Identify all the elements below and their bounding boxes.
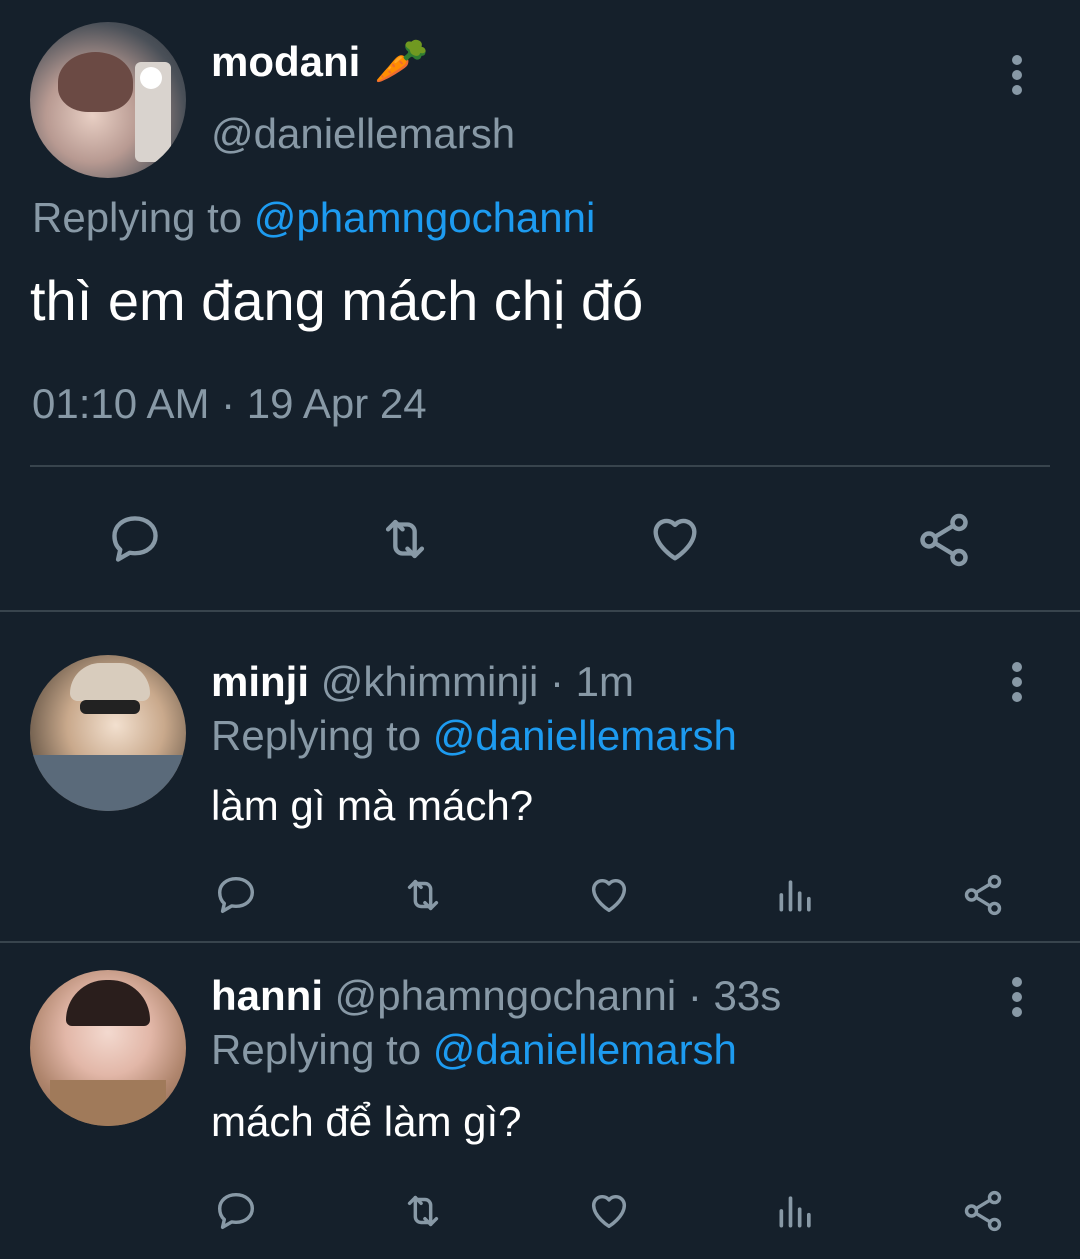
replying-to-link[interactable]: @daniellemarsh bbox=[433, 712, 737, 759]
share-icon[interactable] bbox=[960, 1188, 1006, 1234]
more-options-icon[interactable] bbox=[1010, 662, 1024, 707]
reply-time[interactable]: · 1m bbox=[550, 658, 634, 705]
reply-header: minji @khimminji · 1m bbox=[211, 658, 634, 706]
avatar-hanni[interactable] bbox=[30, 970, 186, 1126]
reply-replying-to-line: Replying to @daniellemarsh bbox=[211, 712, 737, 760]
share-icon[interactable] bbox=[960, 872, 1006, 918]
analytics-icon[interactable] bbox=[774, 1188, 818, 1234]
retweet-icon[interactable] bbox=[398, 872, 448, 918]
reply-display-name[interactable]: minji bbox=[211, 658, 309, 705]
replying-prefix: Replying to bbox=[211, 1026, 422, 1073]
display-name[interactable]: modani bbox=[211, 38, 360, 86]
replying-prefix: Replying to bbox=[32, 194, 243, 241]
replying-to-line: Replying to @phamngochanni bbox=[32, 194, 595, 242]
more-options-icon[interactable] bbox=[1010, 977, 1024, 1022]
reply-text: làm gì mà mách? bbox=[211, 782, 534, 829]
heart-icon[interactable] bbox=[645, 510, 705, 568]
comment-icon[interactable] bbox=[213, 872, 259, 918]
reply-replying-to-line: Replying to @daniellemarsh bbox=[211, 1026, 737, 1074]
avatar-modani[interactable] bbox=[30, 22, 186, 178]
analytics-icon[interactable] bbox=[774, 872, 818, 918]
heart-icon[interactable] bbox=[585, 872, 633, 918]
comment-icon[interactable] bbox=[106, 510, 164, 568]
retweet-icon[interactable] bbox=[374, 510, 436, 568]
avatar-minji[interactable] bbox=[30, 655, 186, 811]
divider bbox=[0, 941, 1080, 943]
replying-to-link[interactable]: @daniellemarsh bbox=[433, 1026, 737, 1073]
tweet-text: thì em đang mách chị đó bbox=[30, 269, 644, 332]
reply-header: hanni @phamngochanni · 33s bbox=[211, 972, 781, 1020]
more-options-icon[interactable] bbox=[1010, 55, 1024, 100]
heart-icon[interactable] bbox=[585, 1188, 633, 1234]
divider bbox=[30, 465, 1050, 467]
retweet-icon[interactable] bbox=[398, 1188, 448, 1234]
tweet-timestamp[interactable]: 01:10 AM · 19 Apr 24 bbox=[32, 380, 427, 428]
handle[interactable]: @daniellemarsh bbox=[211, 110, 515, 158]
reply-handle[interactable]: @phamngochanni bbox=[335, 972, 677, 1019]
reply-time[interactable]: · 33s bbox=[688, 972, 781, 1019]
replying-prefix: Replying to bbox=[211, 712, 422, 759]
share-icon[interactable] bbox=[914, 510, 974, 570]
divider bbox=[0, 610, 1080, 612]
comment-icon[interactable] bbox=[213, 1188, 259, 1234]
reply-text: mách để làm gì? bbox=[211, 1098, 522, 1145]
carrot-emoji-icon: 🥕 bbox=[374, 37, 429, 86]
replying-to-link[interactable]: @phamngochanni bbox=[254, 194, 596, 241]
reply-display-name[interactable]: hanni bbox=[211, 972, 323, 1019]
reply-handle[interactable]: @khimminji bbox=[321, 658, 539, 705]
